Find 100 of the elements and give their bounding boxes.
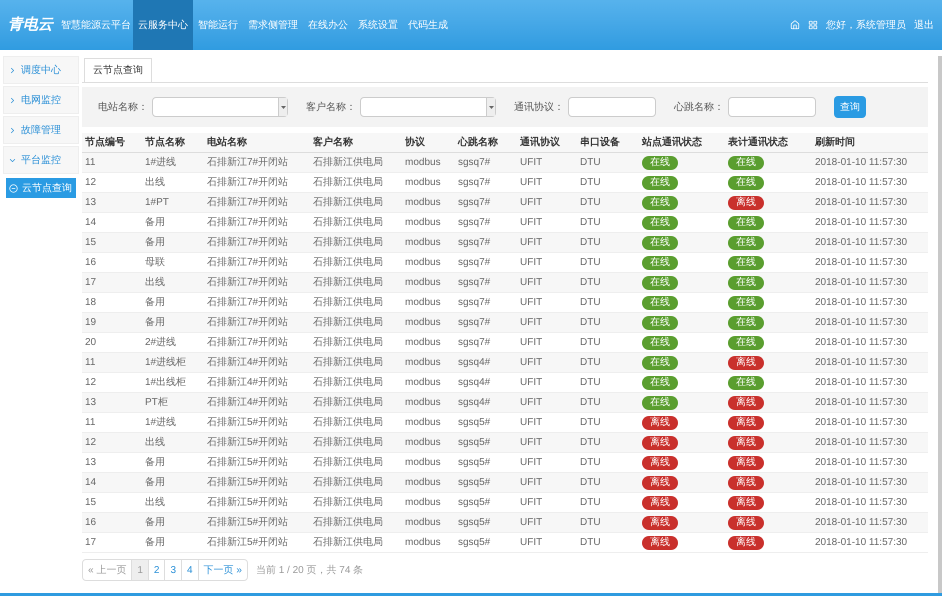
table-cell-text: UFIT — [519, 176, 544, 190]
table-cell-text: 12 — [84, 376, 98, 390]
table-cell-text: 石排新江供电局 — [312, 496, 384, 510]
online-badge: 在线 — [642, 376, 678, 390]
search-button[interactable]: 查询 — [834, 96, 866, 118]
table-cell-text: modbus — [404, 376, 442, 390]
table-cell-text: 2018-01-10 11:57:30 — [814, 476, 908, 490]
online-badge: 在线 — [642, 236, 678, 250]
table-cell-text: modbus — [404, 436, 442, 450]
page-button[interactable]: 1 — [132, 560, 149, 580]
offline-badge: 离线 — [642, 476, 678, 490]
table-cell-text: sgsq7# — [457, 216, 492, 230]
table-cell-text: 石排新江5#开闭站 — [206, 416, 290, 430]
table-cell-text: 1#进线柜 — [144, 356, 188, 370]
table-cell-text: modbus — [404, 496, 442, 510]
column-header: 协议 — [404, 136, 426, 150]
table-cell-text: 备用 — [144, 536, 166, 550]
table-cell-text: 11 — [84, 156, 96, 170]
select-field[interactable] — [152, 97, 288, 117]
table-cell-text: 1#PT — [144, 196, 170, 210]
home-icon[interactable] — [790, 20, 800, 30]
column-header: 表计通讯状态 — [727, 136, 789, 150]
table-cell-text: 石排新江7#开闭站 — [206, 176, 290, 190]
table-cell-text: 13 — [84, 396, 98, 410]
table-cell-text: 2018-01-10 11:57:30 — [814, 416, 908, 430]
table-cell-text: DTU — [579, 316, 602, 330]
table-cell-text: 石排新江7#开闭站 — [206, 336, 290, 350]
table-cell-text: 14 — [84, 216, 98, 230]
table-cell-text: 石排新江供电局 — [312, 276, 384, 290]
table-cell-text: 备用 — [144, 236, 166, 250]
sidebar-item[interactable]: 电网监控 — [3, 86, 79, 114]
table-cell-text: 石排新江4#开闭站 — [206, 376, 290, 390]
offline-badge: 离线 — [728, 456, 764, 470]
table-cell-text: modbus — [404, 396, 442, 410]
text-field[interactable] — [728, 97, 816, 117]
table-cell-text: modbus — [404, 276, 442, 290]
minus-circle-icon — [9, 184, 18, 192]
online-badge: 在线 — [728, 176, 764, 190]
table-cell-text: DTU — [579, 496, 602, 510]
table-cell-text: DTU — [579, 296, 602, 310]
table-cell-text: 石排新江5#开闭站 — [206, 496, 290, 510]
column-header: 节点名称 — [144, 136, 186, 150]
table-cell-text: 1#进线 — [144, 156, 178, 170]
filter-label: 客户名称： — [306, 100, 356, 114]
column-header: 电站名称 — [206, 136, 248, 150]
table-cell-text: modbus — [404, 156, 442, 170]
table-cell-text: 石排新江5#开闭站 — [206, 536, 290, 550]
table-cell-text: 14 — [84, 476, 98, 490]
online-badge: 在线 — [642, 316, 678, 330]
table-cell-text: UFIT — [519, 336, 544, 350]
table-cell-text: 12 — [84, 176, 98, 190]
sidebar-item[interactable]: 故障管理 — [3, 116, 79, 144]
table-cell-text: UFIT — [519, 536, 544, 550]
online-badge: 在线 — [728, 256, 764, 270]
table-cell-text: sgsq5# — [457, 516, 492, 530]
table-cell-text: UFIT — [519, 356, 544, 370]
page-button[interactable]: 4 — [182, 560, 199, 580]
online-badge: 在线 — [642, 296, 678, 310]
table-cell-text: DTU — [579, 356, 602, 370]
table-cell-text: modbus — [404, 356, 442, 370]
table-cell-text: modbus — [404, 516, 442, 530]
table-cell-text: 2018-01-10 11:57:30 — [814, 436, 908, 450]
nav-tab[interactable]: 在线办公 — [303, 0, 353, 50]
online-badge: 在线 — [728, 316, 764, 330]
table-cell-text: DTU — [579, 476, 602, 490]
column-header: 刷新时间 — [814, 135, 856, 150]
table-cell-text: sgsq5# — [457, 416, 492, 430]
grid-icon[interactable] — [808, 20, 818, 30]
logout-link[interactable]: 退出 — [914, 18, 934, 32]
nav-tab[interactable]: 需求侧管理 — [243, 0, 303, 50]
online-badge: 在线 — [728, 236, 764, 250]
column-header: 站点通讯状态 — [640, 136, 703, 150]
table-cell-text: DTU — [579, 256, 602, 270]
table-cell-text: UFIT — [519, 296, 544, 310]
online-badge: 在线 — [642, 156, 678, 170]
text-field[interactable] — [568, 97, 656, 117]
table-cell-text: modbus — [404, 456, 442, 470]
page-button[interactable]: 3 — [165, 560, 182, 580]
table-cell-text: 2018-01-10 11:57:30 — [814, 156, 908, 170]
table-cell-text: 13 — [84, 456, 98, 470]
offline-badge: 离线 — [728, 196, 764, 210]
offline-badge: 离线 — [642, 456, 678, 470]
offline-badge: 离线 — [728, 436, 764, 450]
nav-tab[interactable]: 云服务中心 — [133, 0, 193, 50]
user-greeting[interactable]: 您好，系统管理员 — [826, 18, 906, 32]
nav-tab[interactable]: 系统设置 — [353, 0, 403, 50]
tab[interactable]: 云节点查询 — [84, 58, 152, 82]
next-page-button[interactable]: 下一页 » — [198, 560, 247, 580]
table-cell-text: PT柜 — [144, 396, 169, 410]
table-cell-text: modbus — [404, 336, 442, 350]
table-cell-text: 2018-01-10 11:57:30 — [814, 256, 908, 270]
nav-tab[interactable]: 代码生成 — [403, 0, 453, 50]
table-cell-text: 石排新江4#开闭站 — [206, 356, 290, 370]
nav-tab[interactable]: 智能运行 — [193, 0, 243, 50]
select-field[interactable] — [360, 97, 496, 117]
sidebar-subitem[interactable]: 云节点查询 — [6, 178, 76, 198]
page-button[interactable]: 2 — [148, 560, 166, 580]
sidebar-item[interactable]: 平台监控 — [3, 146, 79, 174]
sidebar-item[interactable]: 调度中心 — [3, 56, 79, 84]
table-cell-text: 2018-01-10 11:57:30 — [814, 536, 908, 550]
